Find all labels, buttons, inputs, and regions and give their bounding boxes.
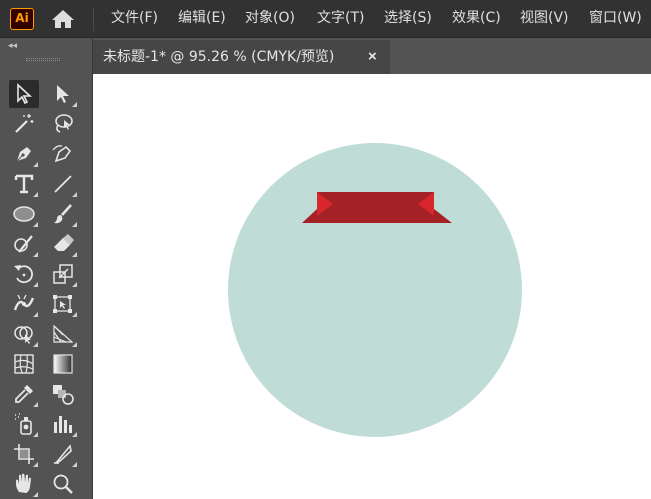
tool-flyout-indicator bbox=[33, 492, 38, 497]
perspective-grid-tool[interactable] bbox=[48, 320, 78, 348]
hand-tool[interactable] bbox=[9, 470, 39, 498]
gradient-tool[interactable] bbox=[48, 350, 78, 378]
document-tab[interactable]: 未标题-1* @ 95.26 % (CMYK/预览) × bbox=[93, 40, 390, 74]
tool-flyout-indicator bbox=[72, 102, 77, 107]
tool-flyout-indicator bbox=[33, 252, 38, 257]
shape-builder-tool[interactable] bbox=[9, 320, 39, 348]
tool-flyout-indicator bbox=[33, 192, 38, 197]
panel-grip[interactable] bbox=[26, 58, 60, 61]
curvature-tool[interactable] bbox=[48, 140, 78, 168]
magic-wand-tool[interactable] bbox=[9, 110, 39, 138]
tool-flyout-indicator bbox=[33, 342, 38, 347]
menu-type[interactable]: 文字(T) bbox=[317, 0, 364, 38]
collapse-panel-icon[interactable]: ◂◂ bbox=[8, 41, 17, 51]
home-button[interactable] bbox=[48, 6, 78, 32]
artwork-circle[interactable] bbox=[228, 143, 522, 437]
menu-bar: Ai 文件(F) 编辑(E) 对象(O) 文字(T) 选择(S) 效果(C) 视… bbox=[0, 0, 651, 38]
ellipse-tool[interactable] bbox=[9, 200, 39, 228]
menu-file[interactable]: 文件(F) bbox=[111, 0, 158, 38]
app-logo: Ai bbox=[10, 8, 34, 30]
mesh-tool[interactable] bbox=[9, 350, 39, 378]
puppet-warp-tool[interactable] bbox=[9, 290, 39, 318]
tool-flyout-indicator bbox=[72, 222, 77, 227]
menu-separator bbox=[93, 7, 94, 31]
menu-view[interactable]: 视图(V) bbox=[520, 0, 569, 38]
tool-flyout-indicator bbox=[33, 432, 38, 437]
tool-flyout-indicator bbox=[33, 402, 38, 407]
rotate-tool[interactable] bbox=[9, 260, 39, 288]
menu-select[interactable]: 选择(S) bbox=[384, 0, 432, 38]
tool-flyout-indicator bbox=[72, 192, 77, 197]
artwork bbox=[228, 143, 522, 437]
gradient-icon bbox=[53, 354, 73, 374]
menu-window[interactable]: 窗口(W) bbox=[589, 0, 642, 38]
mesh-icon bbox=[14, 354, 34, 374]
scale-tool[interactable] bbox=[48, 260, 78, 288]
tool-flyout-indicator bbox=[33, 162, 38, 167]
artboard-tool[interactable] bbox=[9, 440, 39, 468]
zoom-magnifier-icon bbox=[53, 474, 73, 494]
menu-edit[interactable]: 编辑(E) bbox=[178, 0, 226, 38]
magic-wand-icon bbox=[15, 114, 34, 133]
tool-flyout-indicator bbox=[72, 312, 77, 317]
artboard-canvas[interactable] bbox=[93, 74, 651, 499]
tool-flyout-indicator bbox=[33, 222, 38, 227]
paintbrush-tool[interactable] bbox=[48, 200, 78, 228]
line-segment-tool[interactable] bbox=[48, 170, 78, 198]
symbol-sprayer-tool[interactable] bbox=[9, 410, 39, 438]
selection-tool[interactable] bbox=[9, 80, 39, 108]
selection-arrow-icon bbox=[17, 83, 33, 105]
document-tab-label: 未标题-1* @ 95.26 % (CMYK/预览) bbox=[103, 49, 335, 65]
lasso-icon bbox=[55, 114, 73, 133]
type-tool[interactable] bbox=[9, 170, 39, 198]
slice-tool[interactable] bbox=[48, 440, 78, 468]
eyedropper-tool[interactable] bbox=[9, 380, 39, 408]
tool-flyout-indicator bbox=[33, 462, 38, 467]
tool-flyout-indicator bbox=[72, 252, 77, 257]
zoom-tool[interactable] bbox=[48, 470, 78, 498]
menu-object[interactable]: 对象(O) bbox=[245, 0, 295, 38]
tool-flyout-indicator bbox=[72, 462, 77, 467]
blend-icon bbox=[53, 385, 74, 405]
shaper-tool[interactable] bbox=[9, 230, 39, 258]
home-icon bbox=[52, 10, 74, 28]
pen-tool[interactable] bbox=[9, 140, 39, 168]
tools-panel: ◂◂ bbox=[0, 38, 93, 499]
direct-selection-tool[interactable] bbox=[48, 80, 78, 108]
document-tab-bar: 未标题-1* @ 95.26 % (CMYK/预览) × bbox=[93, 38, 651, 74]
tool-flyout-indicator bbox=[33, 312, 38, 317]
tool-flyout-indicator bbox=[72, 432, 77, 437]
blend-tool[interactable] bbox=[48, 380, 78, 408]
close-document-icon[interactable]: × bbox=[368, 40, 377, 74]
free-transform-tool[interactable] bbox=[48, 290, 78, 318]
column-graph-tool[interactable] bbox=[48, 410, 78, 438]
tool-flyout-indicator bbox=[33, 282, 38, 287]
eraser-tool[interactable] bbox=[48, 230, 78, 258]
curvature-pen-icon bbox=[52, 145, 72, 163]
tool-flyout-indicator bbox=[72, 342, 77, 347]
lasso-tool[interactable] bbox=[48, 110, 78, 138]
tool-flyout-indicator bbox=[72, 282, 77, 287]
menu-effect[interactable]: 效果(C) bbox=[452, 0, 501, 38]
